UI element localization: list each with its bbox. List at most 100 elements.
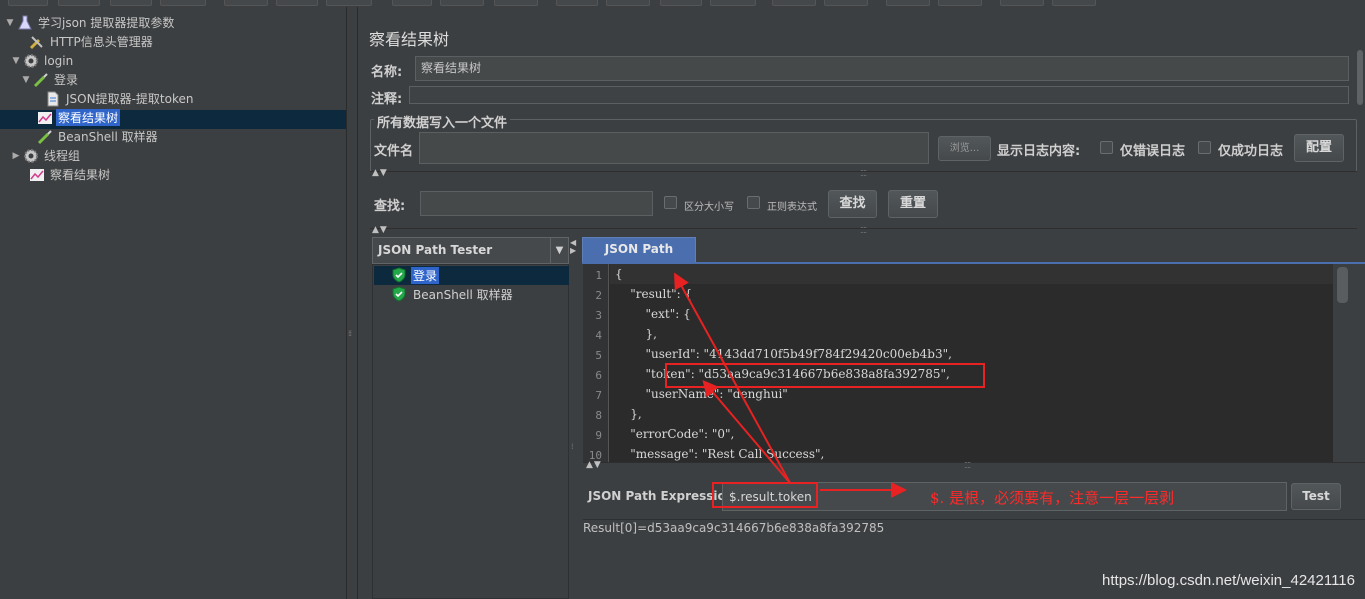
test-plan-tree[interactable]: ▼ 学习json 提取器提取参数 HTTP信息头管理器 ▼ login ▼ 登录… xyxy=(0,7,346,599)
errors-only-label: 仅错误日志 xyxy=(1120,144,1186,159)
toolbar-button[interactable] xyxy=(160,0,206,6)
scrollbar-thumb[interactable] xyxy=(1357,50,1363,105)
pipette-icon xyxy=(32,72,50,88)
toolbar-button[interactable] xyxy=(556,0,598,6)
toolbar-button[interactable] xyxy=(8,0,48,6)
toolbar-button[interactable] xyxy=(224,0,268,6)
toolbar-button[interactable] xyxy=(440,0,484,6)
main-scrollbar[interactable] xyxy=(1355,50,1365,107)
current-line-highlight xyxy=(610,264,1333,284)
success-only-label: 仅成功日志 xyxy=(1218,144,1284,159)
expand-toggle[interactable]: ▶ xyxy=(10,151,22,161)
toolbar-button[interactable] xyxy=(58,0,100,6)
page-title: 察看结果树 xyxy=(369,30,450,49)
tree-item-login[interactable]: ▼ login xyxy=(10,51,75,70)
document-icon xyxy=(44,91,62,107)
expand-toggle[interactable]: ▼ xyxy=(10,56,22,66)
toolbar-button[interactable] xyxy=(276,0,318,6)
editor-scrollbar[interactable] xyxy=(1333,264,1353,462)
configure-button[interactable]: 配置 xyxy=(1294,134,1344,162)
code-line: "result": { xyxy=(615,287,693,301)
toolbar-button[interactable] xyxy=(824,0,868,6)
sample-results-list[interactable]: 登录 BeanShell 取样器 xyxy=(372,264,569,599)
tree-item-label: login xyxy=(44,53,74,68)
tree-item-view-results-tree[interactable]: 察看结果树 xyxy=(24,108,121,127)
scrollbar-thumb[interactable] xyxy=(1337,267,1348,303)
collapse-arrows-icon[interactable]: ▲▼ xyxy=(372,225,388,235)
flask-icon xyxy=(16,15,34,31)
tree-item-http-header-manager[interactable]: HTTP信息头管理器 xyxy=(16,32,155,51)
toolbar-button[interactable] xyxy=(494,0,538,6)
chart-icon xyxy=(36,110,54,126)
toolbar-button[interactable] xyxy=(710,0,756,6)
tree-item-thread-group[interactable]: ▶ 线程组 xyxy=(10,146,82,165)
toolbar-button[interactable] xyxy=(886,0,930,6)
annotation-highlight-token xyxy=(665,363,985,388)
test-button[interactable]: Test xyxy=(1291,483,1341,510)
toolbar-button[interactable] xyxy=(326,0,372,6)
divider-grip: ⁚⁚⁚⁚ xyxy=(860,169,867,178)
search-label: 查找: xyxy=(374,199,406,214)
collapse-left-icon[interactable]: ◀ ▶ xyxy=(570,239,577,255)
code-line: "userId": "4143dd710f5b49f784f29420c00eb… xyxy=(615,347,952,361)
filename-input[interactable] xyxy=(419,132,929,164)
result-output-text: Result[0]=d53aa9ca9c314667b6e838a8fa3927… xyxy=(583,521,885,535)
line-number-gutter: 1 2 3 4 5 6 7 8 9 10 xyxy=(583,264,609,462)
search-input[interactable] xyxy=(420,191,653,216)
result-item-beanshell[interactable]: BeanShell 取样器 xyxy=(391,285,515,303)
collapse-arrows-icon[interactable]: ▲▼ xyxy=(372,168,388,178)
gear-icon xyxy=(22,148,40,164)
chevron-down-icon[interactable]: ▼ xyxy=(550,238,568,263)
results-splitter[interactable]: ◀ ▶ ⁞ xyxy=(569,237,580,599)
renderer-select[interactable]: JSON Path Tester ▼ xyxy=(372,237,569,264)
line-number: 4 xyxy=(595,329,602,342)
browse-button[interactable]: 浏览... xyxy=(938,136,991,161)
tree-item-beanshell-sampler[interactable]: BeanShell 取样器 xyxy=(24,127,160,146)
toolbar-button[interactable] xyxy=(938,0,982,6)
collapse-divider[interactable] xyxy=(583,462,1365,472)
tree-item-test-plan[interactable]: ▼ 学习json 提取器提取参数 xyxy=(4,13,176,32)
name-input[interactable]: 察看结果树 xyxy=(415,56,1349,81)
expand-toggle[interactable]: ▼ xyxy=(4,18,16,28)
toolbar-button[interactable] xyxy=(1000,0,1044,6)
tree-splitter[interactable]: ⁞⁞ xyxy=(346,7,358,599)
tree-item-label: JSON提取器-提取token xyxy=(66,92,194,106)
tree-item-json-extractor[interactable]: JSON提取器-提取token xyxy=(32,89,195,108)
tree-item-view-results-tree-2[interactable]: 察看结果树 xyxy=(16,165,112,184)
tree-item-label: 线程组 xyxy=(44,149,81,163)
toolbar-button[interactable] xyxy=(1052,0,1096,6)
regex-checkbox[interactable] xyxy=(747,196,760,209)
line-number: 9 xyxy=(595,429,602,442)
splitter-grip: ⁞⁞ xyxy=(348,329,352,338)
toolbar-button[interactable] xyxy=(606,0,650,6)
toolbar-button[interactable] xyxy=(772,0,816,6)
code-line: { xyxy=(615,267,623,281)
collapse-arrows-icon[interactable]: ▲▼ xyxy=(586,460,602,470)
tree-item-label: 察看结果树 xyxy=(50,168,111,182)
case-sensitive-label: 区分大小写 xyxy=(684,202,734,213)
result-label: BeanShell 取样器 xyxy=(413,287,513,302)
divider-grip: ⁚⁚⁚⁚ xyxy=(964,461,971,470)
line-number: 6 xyxy=(595,369,602,382)
success-only-checkbox[interactable] xyxy=(1198,141,1211,154)
toolbar-button[interactable] xyxy=(392,0,432,6)
tree-item-label: 察看结果树 xyxy=(56,109,121,126)
case-sensitive-checkbox[interactable] xyxy=(664,196,677,209)
reset-button[interactable]: 重置 xyxy=(888,190,938,218)
pipette-icon xyxy=(36,129,54,145)
comment-input[interactable] xyxy=(409,86,1349,104)
line-number: 3 xyxy=(595,309,602,322)
watermark: https://blog.csdn.net/weixin_42421116 xyxy=(1102,572,1355,589)
tab-json-path-tester[interactable]: JSON Path Tester xyxy=(582,237,696,279)
find-button[interactable]: 查找 xyxy=(828,190,877,218)
expand-toggle[interactable]: ▼ xyxy=(20,75,32,85)
success-shield-icon xyxy=(392,286,406,302)
name-label: 名称: xyxy=(371,65,403,80)
toolbar-button[interactable] xyxy=(660,0,702,6)
toolbar-button[interactable] xyxy=(110,0,152,6)
errors-only-checkbox[interactable] xyxy=(1100,141,1113,154)
tree-item-login-sampler[interactable]: ▼ 登录 xyxy=(20,70,80,89)
filename-label: 文件名 xyxy=(374,144,414,159)
annotation-highlight-expression xyxy=(712,482,818,508)
result-item-login[interactable]: 登录 xyxy=(391,266,440,284)
